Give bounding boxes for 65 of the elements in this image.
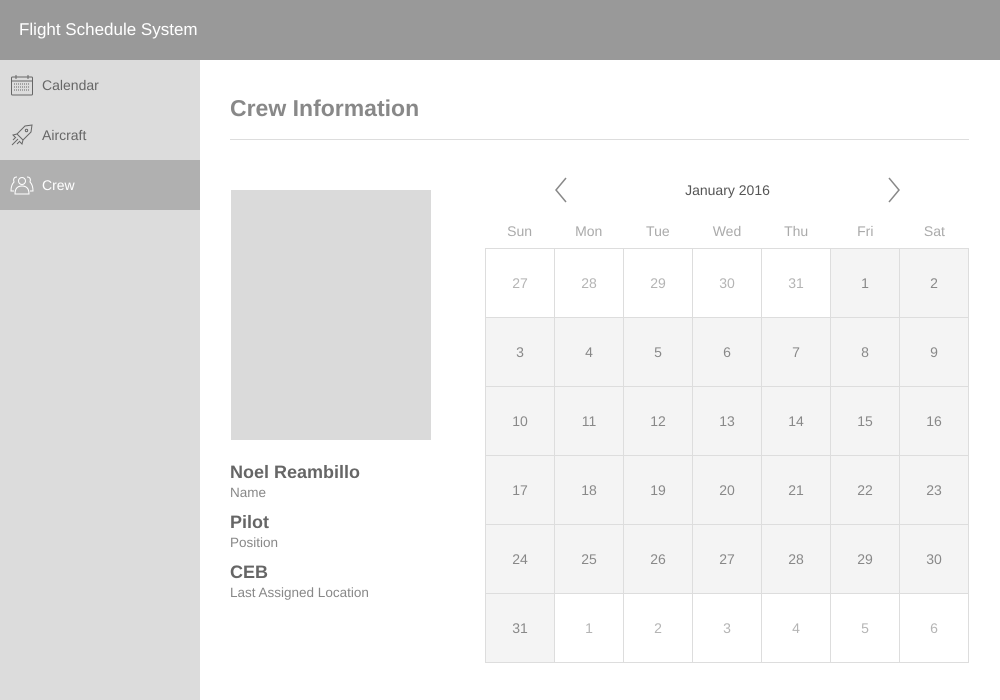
day-cell[interactable]: 3 (486, 318, 555, 387)
weekday-label: Sun (506, 223, 534, 239)
sidebar-item[interactable]: Calendar (0, 60, 200, 110)
day-cell[interactable]: 16 (900, 387, 969, 456)
day-cell[interactable]: 21 (762, 456, 831, 525)
rocket-icon (10, 123, 34, 147)
day-cell[interactable]: 2 (624, 594, 693, 663)
day-cell[interactable]: 18 (555, 456, 624, 525)
next-month-icon[interactable] (887, 177, 901, 203)
day-cell[interactable]: 27 (486, 249, 555, 318)
previous-month-icon[interactable] (554, 177, 568, 203)
day-cell[interactable]: 26 (624, 525, 693, 594)
weekday-label: Wed (712, 223, 742, 239)
page-title: Crew Information (230, 60, 969, 140)
day-cell[interactable]: 22 (831, 456, 900, 525)
day-cell[interactable]: 12 (624, 387, 693, 456)
day-cell[interactable]: 31 (762, 249, 831, 318)
day-cell[interactable]: 3 (693, 594, 762, 663)
day-cell[interactable]: 11 (555, 387, 624, 456)
day-cell[interactable]: 30 (693, 249, 762, 318)
weekday-label: Sat (922, 223, 946, 239)
day-cell[interactable]: 28 (555, 249, 624, 318)
day-cell[interactable]: 1 (555, 594, 624, 663)
field-value: Noel Reambillo (230, 462, 362, 483)
day-cell[interactable]: 29 (831, 525, 900, 594)
field-value: CEB (230, 562, 270, 583)
day-cell[interactable]: 10 (486, 387, 555, 456)
day-cell[interactable]: 14 (762, 387, 831, 456)
day-cell[interactable]: 13 (693, 387, 762, 456)
sidebar-item[interactable]: Crew (0, 160, 200, 210)
day-cell[interactable]: 5 (624, 318, 693, 387)
day-cell[interactable]: 5 (831, 594, 900, 663)
day-cell[interactable]: 31 (486, 594, 555, 663)
day-cell[interactable]: 4 (555, 318, 624, 387)
weekday-label: Mon (574, 223, 604, 239)
sidebar-item[interactable]: Aircraft (0, 110, 200, 160)
field-value: Pilot (230, 512, 270, 533)
day-cell[interactable]: 15 (831, 387, 900, 456)
weekday-label: Fri (856, 223, 874, 239)
day-cell[interactable]: 28 (762, 525, 831, 594)
day-cell[interactable]: 9 (900, 318, 969, 387)
weekday-label: Tue (645, 223, 671, 239)
calendar-icon (10, 73, 34, 97)
weekday-label: Thu (783, 223, 810, 239)
day-cell[interactable]: 6 (900, 594, 969, 663)
day-cell[interactable]: 6 (693, 318, 762, 387)
field-label: Name (230, 485, 268, 500)
day-cell[interactable]: 19 (624, 456, 693, 525)
day-cell[interactable]: 20 (693, 456, 762, 525)
field-label: Position (230, 535, 280, 550)
day-cell[interactable]: 17 (486, 456, 555, 525)
day-cell[interactable]: 4 (762, 594, 831, 663)
day-cell[interactable]: 8 (831, 318, 900, 387)
day-cell[interactable]: 1 (831, 249, 900, 318)
month-title: January 2016 (685, 182, 770, 198)
day-cell[interactable]: 29 (624, 249, 693, 318)
day-cell[interactable]: 7 (762, 318, 831, 387)
day-cell[interactable]: 2 (900, 249, 969, 318)
day-cell[interactable]: 24 (486, 525, 555, 594)
day-cell[interactable]: 23 (900, 456, 969, 525)
day-cell[interactable]: 25 (555, 525, 624, 594)
app-title: Flight Schedule System (19, 20, 198, 40)
day-cell[interactable]: 27 (693, 525, 762, 594)
day-cell[interactable]: 30 (900, 525, 969, 594)
field-label: Last Assigned Location (230, 585, 370, 600)
